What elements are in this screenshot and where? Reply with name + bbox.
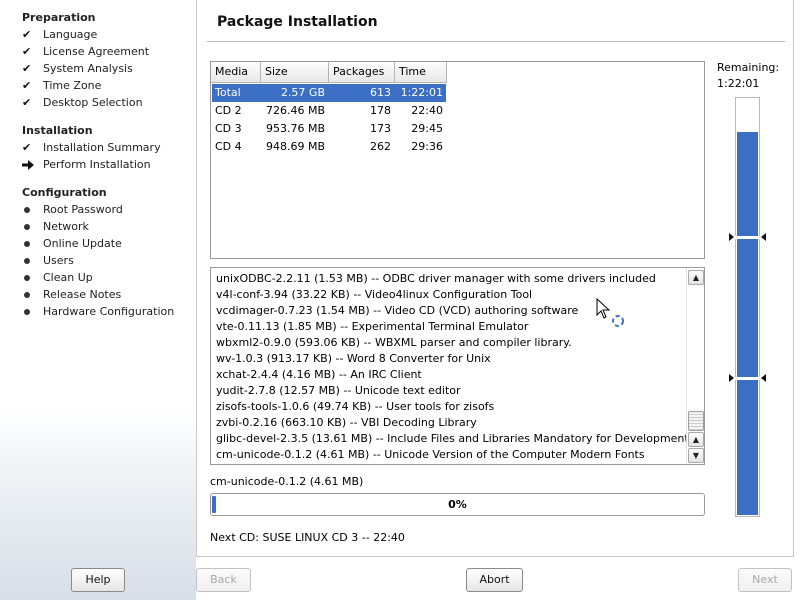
checkmark-icon: ✔ bbox=[22, 45, 32, 58]
cell-time: 1:22:01 bbox=[400, 86, 443, 99]
sidebar-item-perform-installation: Perform Installation bbox=[22, 156, 151, 173]
log-line: unixODBC-2.2.11 (1.53 MB) -- ODBC driver… bbox=[216, 272, 656, 285]
cell-packages: 613 bbox=[370, 86, 391, 99]
abort-button[interactable]: Abort bbox=[466, 568, 523, 592]
arrow-right-icon bbox=[22, 159, 43, 170]
current-package-label: cm-unicode-0.1.2 (4.61 MB) bbox=[210, 475, 364, 488]
log-scrollbar[interactable]: ▲ ▲ ▼ bbox=[686, 268, 704, 464]
column-header-media[interactable]: Media bbox=[211, 62, 261, 83]
cell-time: 29:45 bbox=[411, 122, 443, 135]
table-row[interactable]: Total 2.57 GB 613 1:22:01 bbox=[212, 84, 446, 102]
log-line: xchat-2.4.4 (4.16 MB) -- An IRC Client bbox=[216, 368, 422, 381]
log-line: zisofs-tools-1.0.6 (49.74 KB) -- User to… bbox=[216, 400, 495, 413]
column-header-time[interactable]: Time bbox=[395, 62, 447, 83]
remaining-gauge bbox=[729, 97, 766, 517]
media-table[interactable]: Media Size Packages Time Total 2.57 GB 6… bbox=[210, 61, 705, 259]
bullet-icon bbox=[24, 223, 30, 230]
cd-boundary-marker bbox=[729, 233, 766, 241]
table-row[interactable]: CD 4 948.69 MB 262 29:36 bbox=[212, 138, 446, 156]
progress-percent: 0% bbox=[448, 498, 467, 511]
installation-log[interactable]: unixODBC-2.2.11 (1.53 MB) -- ODBC driver… bbox=[210, 267, 705, 465]
log-line: zvbi-0.2.16 (663.10 KB) -- VBI Decoding … bbox=[216, 416, 477, 429]
sidebar-item-desktop-selection: ✔ Desktop Selection bbox=[22, 96, 143, 109]
sidebar-item-system-analysis: ✔ System Analysis bbox=[22, 62, 133, 75]
cell-size: 953.76 MB bbox=[265, 122, 325, 135]
next-cd-label: Next CD: SUSE LINUX CD 3 -- 22:40 bbox=[210, 531, 405, 544]
cell-packages: 262 bbox=[370, 140, 391, 153]
package-progress-bar: 0% bbox=[210, 493, 705, 516]
scroll-up-button[interactable]: ▲ bbox=[688, 432, 704, 447]
back-button[interactable]: Back bbox=[196, 568, 251, 592]
bullet-icon bbox=[24, 274, 30, 281]
cell-time: 22:40 bbox=[411, 104, 443, 117]
cell-size: 948.69 MB bbox=[265, 140, 325, 153]
column-header-size[interactable]: Size bbox=[261, 62, 329, 83]
cell-packages: 178 bbox=[370, 104, 391, 117]
table-header: Media Size Packages Time bbox=[211, 62, 447, 83]
bullet-icon bbox=[24, 308, 30, 315]
bullet-icon bbox=[24, 291, 30, 298]
log-line: vte-0.11.13 (1.85 MB) -- Experimental Te… bbox=[216, 320, 529, 333]
sidebar-item-root-password: Root Password bbox=[22, 201, 123, 218]
sidebar-item-release-notes: Release Notes bbox=[22, 286, 121, 303]
cell-size: 2.57 GB bbox=[280, 86, 325, 99]
checkmark-icon: ✔ bbox=[22, 96, 32, 109]
sidebar-item-license-agreement: ✔ License Agreement bbox=[22, 45, 150, 58]
checkmark-icon: ✔ bbox=[22, 141, 32, 154]
column-header-packages[interactable]: Packages bbox=[329, 62, 395, 83]
bullet-icon bbox=[24, 257, 30, 264]
cell-media: CD 2 bbox=[215, 104, 242, 117]
page-title: Package Installation bbox=[217, 14, 378, 30]
help-button[interactable]: Help bbox=[71, 568, 125, 592]
log-line: cm-unicode-0.1.2 (4.61 MB) -- Unicode Ve… bbox=[216, 448, 645, 461]
remaining-gauge-fill bbox=[737, 132, 758, 515]
cell-size: 726.46 MB bbox=[265, 104, 325, 117]
next-button[interactable]: Next bbox=[738, 568, 792, 592]
sidebar-item-hardware-configuration: Hardware Configuration bbox=[22, 303, 174, 320]
checkmark-icon: ✔ bbox=[22, 28, 32, 41]
scroll-up-top-button[interactable]: ▲ bbox=[688, 270, 704, 285]
cell-media: CD 4 bbox=[215, 140, 242, 153]
log-line: v4l-conf-3.94 (33.22 KB) -- Video4linux … bbox=[216, 288, 533, 301]
cell-packages: 173 bbox=[370, 122, 391, 135]
log-line: glibc-devel-2.3.5 (13.61 MB) -- Include … bbox=[216, 432, 693, 445]
section-installation-title: Installation bbox=[22, 124, 93, 137]
sidebar-item-online-update: Online Update bbox=[22, 235, 122, 252]
main-panel: Package Installation Media Size Packages… bbox=[196, 0, 794, 557]
sidebar-item-time-zone: ✔ Time Zone bbox=[22, 79, 102, 92]
section-configuration-title: Configuration bbox=[22, 186, 107, 199]
log-line: vcdimager-0.7.23 (1.54 MB) -- Video CD (… bbox=[216, 304, 579, 317]
checkmark-icon: ✔ bbox=[22, 62, 32, 75]
log-line: wbxml2-0.9.0 (593.06 KB) -- WBXML parser… bbox=[216, 336, 572, 349]
section-preparation-title: Preparation bbox=[22, 11, 96, 24]
sidebar-item-clean-up: Clean Up bbox=[22, 269, 93, 286]
table-row[interactable]: CD 2 726.46 MB 178 22:40 bbox=[212, 102, 446, 120]
log-line: wv-1.0.3 (913.17 KB) -- Word 8 Converter… bbox=[216, 352, 491, 365]
bullet-icon bbox=[24, 206, 30, 213]
mouse-cursor-icon bbox=[596, 298, 624, 327]
remaining-label: Remaining: bbox=[717, 61, 780, 74]
scroll-thumb[interactable] bbox=[688, 411, 704, 431]
installer-window: Preparation ✔ Language ✔ License Agreeme… bbox=[0, 0, 800, 600]
sidebar-item-language: ✔ Language bbox=[22, 28, 98, 41]
table-row[interactable]: CD 3 953.76 MB 173 29:45 bbox=[212, 120, 446, 138]
checkmark-icon: ✔ bbox=[22, 79, 32, 92]
log-line: yudit-2.7.8 (12.57 MB) -- Unicode text e… bbox=[216, 384, 461, 397]
sidebar-item-users: Users bbox=[22, 252, 74, 269]
bullet-icon bbox=[24, 240, 30, 247]
cd-boundary-marker bbox=[729, 374, 766, 382]
cell-media: CD 3 bbox=[215, 122, 242, 135]
sidebar-item-installation-summary: ✔ Installation Summary bbox=[22, 141, 161, 154]
title-divider bbox=[207, 41, 785, 42]
cell-time: 29:36 bbox=[411, 140, 443, 153]
step-sidebar: Preparation ✔ Language ✔ License Agreeme… bbox=[0, 0, 196, 600]
sidebar-item-network: Network bbox=[22, 218, 89, 235]
remaining-time: 1:22:01 bbox=[717, 77, 760, 90]
cell-media: Total bbox=[215, 86, 241, 99]
scroll-down-button[interactable]: ▼ bbox=[688, 448, 704, 463]
